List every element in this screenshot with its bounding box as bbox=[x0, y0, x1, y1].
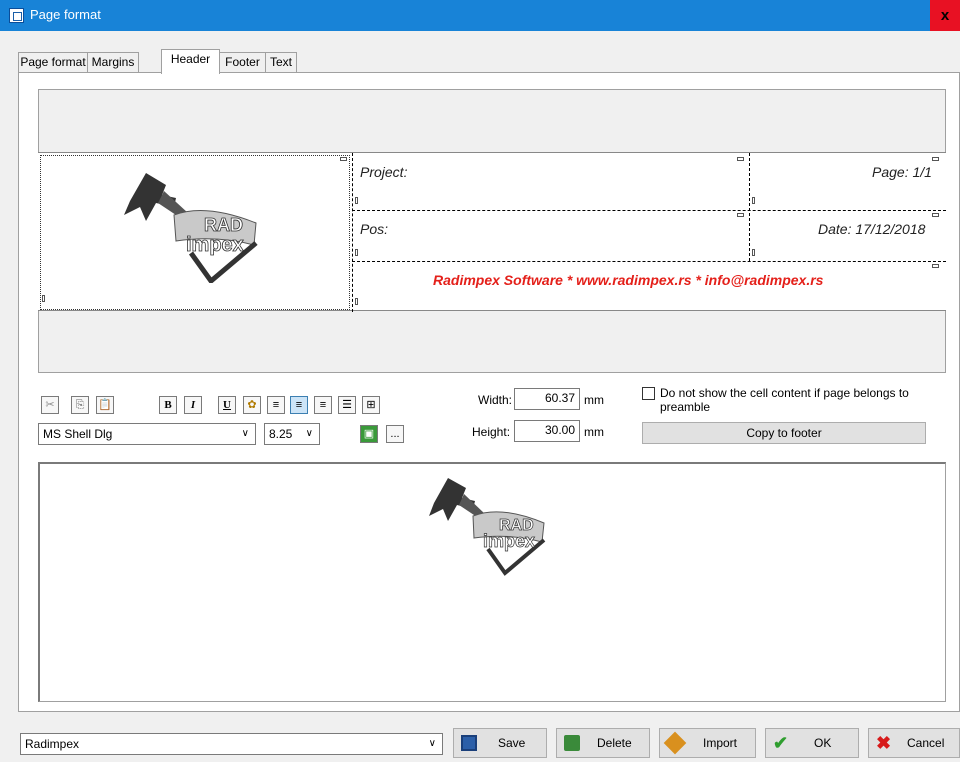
copy-icon[interactable]: ⎘ bbox=[71, 396, 89, 414]
align-left-icon[interactable]: ≡ bbox=[267, 396, 285, 414]
cell-marker bbox=[752, 197, 755, 204]
cancel-label: Cancel bbox=[907, 736, 945, 750]
height-unit: mm bbox=[584, 425, 604, 439]
width-label: Width: bbox=[478, 393, 513, 407]
preset-select[interactable]: Radimpex ∨ bbox=[20, 733, 443, 755]
cell-marker bbox=[752, 249, 755, 256]
tab-page-format[interactable]: Page format bbox=[18, 52, 88, 74]
chevron-down-icon: ∨ bbox=[241, 428, 249, 439]
title-bar: Page format x bbox=[0, 0, 960, 31]
cell-divider bbox=[352, 153, 353, 312]
delete-button[interactable]: Delete bbox=[556, 728, 650, 758]
import-label: Import bbox=[703, 736, 738, 750]
align-center-icon[interactable]: ≡ bbox=[290, 396, 308, 414]
cell-marker bbox=[932, 213, 939, 217]
cancel-button[interactable]: ✖ Cancel bbox=[868, 728, 960, 758]
hide-content-checkbox[interactable] bbox=[642, 387, 655, 400]
copy-to-footer-button[interactable]: Copy to footer bbox=[642, 422, 926, 444]
close-button[interactable]: x bbox=[930, 0, 960, 31]
tab-margins[interactable]: Margins bbox=[87, 52, 139, 74]
bold-icon[interactable]: B bbox=[159, 396, 177, 414]
app-icon bbox=[9, 8, 24, 23]
tab-gap bbox=[140, 52, 145, 74]
delete-label: Delete bbox=[597, 736, 632, 750]
height-label: Height: bbox=[472, 425, 511, 439]
cell-marker bbox=[42, 295, 45, 302]
logo-text-rad: RAD bbox=[204, 215, 243, 235]
preset-value: Radimpex bbox=[25, 737, 80, 751]
image-icon[interactable]: ▣ bbox=[360, 425, 378, 443]
checkmark-icon: ✔ bbox=[773, 733, 789, 753]
row-divider bbox=[352, 210, 946, 211]
page-label[interactable]: Page: 1/1 bbox=[872, 164, 932, 180]
tab-footer[interactable]: Footer bbox=[219, 52, 266, 74]
chevron-down-icon: ∨ bbox=[428, 738, 436, 749]
color-icon[interactable]: ✿ bbox=[243, 396, 261, 414]
font-name-value: MS Shell Dlg bbox=[43, 427, 113, 441]
align-right-icon[interactable]: ≡ bbox=[314, 396, 332, 414]
cell-marker bbox=[737, 213, 744, 217]
cell-marker bbox=[737, 157, 744, 161]
cell-marker bbox=[340, 157, 347, 161]
window-title: Page format bbox=[30, 7, 101, 22]
editor-logo-image: RAD impex bbox=[429, 478, 546, 576]
logo-image: RAD impex bbox=[124, 173, 258, 283]
cross-icon: ✖ bbox=[876, 733, 892, 753]
hide-content-label: Do not show the cell content if page bel… bbox=[660, 386, 909, 414]
ok-label: OK bbox=[814, 736, 832, 750]
cell-marker bbox=[355, 249, 358, 256]
width-input[interactable]: 60.37 bbox=[514, 388, 580, 410]
italic-icon[interactable]: I bbox=[184, 396, 202, 414]
logo-text-impex: impex bbox=[483, 531, 535, 551]
row-divider bbox=[352, 261, 946, 262]
cell-marker bbox=[355, 197, 358, 204]
list-icon[interactable]: ☰ bbox=[338, 396, 356, 414]
cell-marker bbox=[355, 298, 358, 305]
pos-label[interactable]: Pos: bbox=[360, 221, 388, 237]
save-icon bbox=[461, 735, 477, 751]
save-label: Save bbox=[498, 736, 526, 750]
more-button[interactable]: ... bbox=[386, 425, 404, 443]
logo-text-impex: impex bbox=[186, 234, 244, 256]
paste-icon[interactable]: 📋 bbox=[96, 396, 114, 414]
font-size-value: 8.25 bbox=[269, 427, 293, 441]
cell-marker bbox=[932, 264, 939, 268]
height-input[interactable]: 30.00 bbox=[514, 420, 580, 442]
date-label[interactable]: Date: 17/12/2018 bbox=[818, 221, 925, 237]
import-icon bbox=[663, 731, 687, 755]
cut-icon[interactable]: ✂ bbox=[41, 396, 59, 414]
chevron-down-icon: ∨ bbox=[305, 428, 313, 439]
border-icon[interactable]: ⊞ bbox=[362, 396, 380, 414]
cell-marker bbox=[932, 157, 939, 161]
font-name-select[interactable]: MS Shell Dlg ∨ bbox=[38, 423, 256, 445]
company-info-line[interactable]: Radimpex Software * www.radimpex.rs * in… bbox=[433, 272, 823, 288]
cell-content-editor[interactable]: RAD impex bbox=[38, 462, 946, 702]
import-button[interactable]: Import bbox=[659, 728, 756, 758]
save-button[interactable]: Save bbox=[453, 728, 547, 758]
ok-button[interactable]: ✔ OK bbox=[765, 728, 859, 758]
trash-icon bbox=[564, 735, 580, 751]
width-unit: mm bbox=[584, 393, 604, 407]
tab-text[interactable]: Text bbox=[265, 52, 297, 74]
project-label[interactable]: Project: bbox=[360, 164, 407, 180]
header-layout: RAD impex Project: Page: 1/1 Pos: Date: … bbox=[38, 152, 946, 312]
underline-icon[interactable]: U bbox=[218, 396, 236, 414]
tab-header[interactable]: Header bbox=[161, 49, 220, 74]
font-size-select[interactable]: 8.25 ∨ bbox=[264, 423, 320, 445]
cell-divider bbox=[749, 153, 750, 261]
